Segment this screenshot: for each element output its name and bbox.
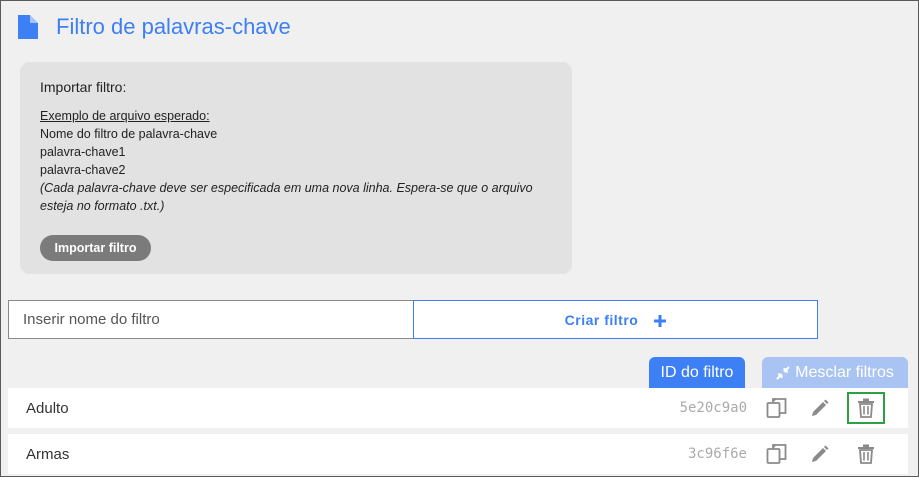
tab-filter-id[interactable]: ID do filtro: [649, 357, 745, 388]
filter-name: Armas: [26, 445, 70, 463]
merge-arrows-icon: [776, 365, 790, 380]
import-filter-panel: Importar filtro: Exemplo de arquivo espe…: [20, 62, 572, 274]
example-line: Nome do filtro de palavra-chave: [40, 127, 218, 141]
plus-icon: [654, 314, 667, 327]
create-filter-label: Criar filtro: [564, 311, 639, 328]
trash-icon[interactable]: [847, 392, 885, 424]
example-title: Exemplo de arquivo esperado:: [40, 109, 210, 123]
edit-pencil-icon[interactable]: [801, 438, 839, 470]
merge-filters-label: Mesclar filtros: [795, 363, 894, 381]
trash-icon[interactable]: [847, 438, 885, 470]
example-line: palavra-chave2: [40, 163, 126, 177]
copy-icon[interactable]: [758, 392, 796, 424]
edit-pencil-icon[interactable]: [801, 392, 839, 424]
page-title: Filtro de palavras-chave: [56, 14, 291, 39]
filter-name: Adulto: [26, 399, 69, 417]
merge-filters-button[interactable]: Mesclar filtros: [762, 357, 908, 388]
example-note: (Cada palavra-chave deve ser especificad…: [40, 181, 533, 213]
filter-id: 5e20c9a0: [679, 400, 747, 416]
page-header: Filtro de palavras-chave: [18, 14, 291, 40]
document-icon: [18, 15, 38, 39]
create-filter-button[interactable]: Criar filtro: [413, 300, 818, 339]
tab-filter-id-label: ID do filtro: [660, 363, 734, 381]
import-filter-button[interactable]: Importar filtro: [40, 235, 151, 261]
filter-row: Armas 3c96f6e: [8, 434, 908, 474]
filter-id: 3c96f6e: [687, 446, 747, 462]
import-filter-label: Importar filtro:: [40, 79, 127, 95]
filter-name-input[interactable]: [8, 300, 414, 339]
example-line: palavra-chave1: [40, 145, 126, 159]
filter-row: Adulto 5e20c9a0: [8, 388, 908, 428]
copy-icon[interactable]: [758, 438, 796, 470]
